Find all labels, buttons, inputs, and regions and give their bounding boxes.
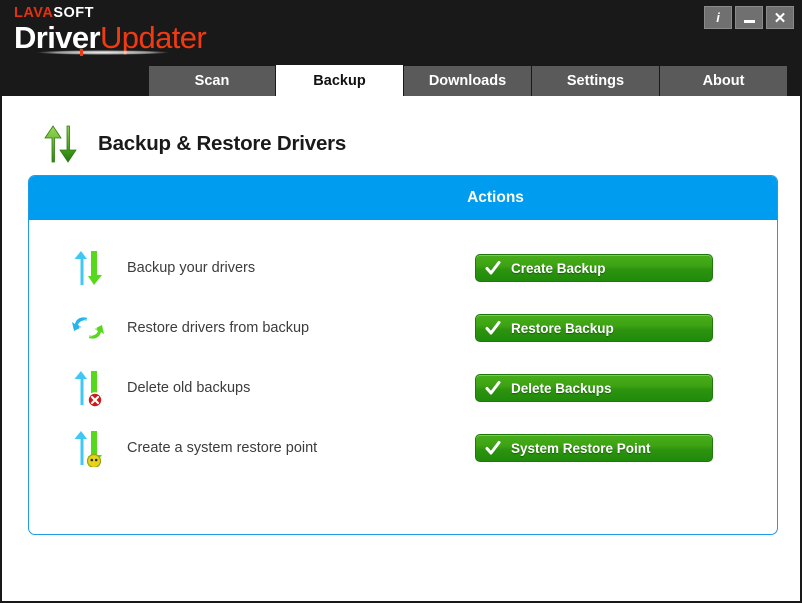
checkmark-icon — [485, 321, 501, 335]
tab-backup-label: Backup — [313, 73, 366, 89]
info-button[interactable]: i — [704, 6, 732, 29]
action-row-label: Backup your drivers — [127, 260, 256, 276]
action-row-label: Restore drivers from backup — [127, 320, 310, 336]
tab-about[interactable]: About — [660, 66, 788, 96]
info-icon: i — [716, 10, 720, 25]
close-button[interactable]: ✕ — [766, 6, 794, 29]
delete-backups-button[interactable]: Delete Backups — [475, 374, 713, 402]
delete-backups-button-label: Delete Backups — [511, 380, 612, 396]
checkmark-icon — [485, 381, 501, 395]
actions-panel-header: Actions — [29, 176, 777, 220]
actions-list: Backup your drivers Create Backup Restor… — [29, 220, 777, 478]
action-row: Restore drivers from backup Restore Back… — [29, 298, 777, 358]
minimize-button[interactable] — [735, 6, 763, 29]
up-down-arrows-icon — [44, 125, 77, 163]
tab-scan-label: Scan — [194, 73, 230, 89]
content-area: Backup & Restore Drivers Actions Backup … — [2, 96, 800, 601]
action-row-label: Delete old backups — [127, 380, 251, 396]
close-icon: ✕ — [773, 9, 787, 27]
brand-lavasoft: LAVASOFT — [14, 6, 206, 21]
page-title: Backup & Restore Drivers — [98, 132, 347, 155]
logo-swoosh-decoration — [18, 49, 188, 56]
tab-downloads-label: Downloads — [428, 73, 507, 89]
checkmark-icon — [485, 261, 501, 275]
create-backup-button[interactable]: Create Backup — [475, 254, 713, 282]
tab-backup[interactable]: Backup — [276, 65, 404, 97]
app-logo: LAVASOFT DriverUpdater — [14, 6, 207, 53]
tab-settings[interactable]: Settings — [532, 66, 660, 96]
create-backup-button-label: Create Backup — [511, 260, 606, 276]
restore-backup-button[interactable]: Restore Backup — [475, 314, 713, 342]
action-row: Create a system restore point System Res… — [29, 418, 777, 478]
window-controls: i ✕ — [704, 6, 794, 29]
system-restore-point-button[interactable]: System Restore Point — [475, 434, 713, 462]
action-row: Backup your drivers Create Backup — [29, 238, 777, 298]
tab-downloads[interactable]: Downloads — [404, 66, 532, 96]
action-row: Delete old backups Delete Backups — [29, 358, 777, 418]
application-window: LAVASOFT DriverUpdater i ✕ Scan Backup D… — [0, 0, 802, 603]
action-row-label: Create a system restore point — [127, 440, 318, 456]
restore-circular-arrows-icon — [72, 317, 104, 339]
backup-arrows-icon — [74, 251, 102, 285]
title-bar: LAVASOFT DriverUpdater i ✕ — [2, 2, 800, 66]
tab-scan[interactable]: Scan — [148, 66, 276, 96]
tab-settings-label: Settings — [566, 73, 625, 89]
restore-point-arrows-icon — [74, 431, 102, 467]
tab-about-label: About — [702, 73, 745, 89]
restore-backup-button-label: Restore Backup — [511, 320, 614, 336]
actions-header-label: Actions — [467, 189, 524, 206]
system-restore-point-button-label: System Restore Point — [511, 440, 651, 456]
checkmark-icon — [485, 441, 501, 455]
minimize-icon — [743, 19, 755, 23]
tab-bar: Scan Backup Downloads Settings About — [2, 65, 800, 97]
delete-backup-arrows-icon — [74, 371, 103, 407]
product-name: DriverUpdater — [14, 22, 207, 53]
actions-panel: Actions Backup your drivers Create Backu… — [28, 175, 778, 535]
page-header: Backup & Restore Drivers — [2, 96, 800, 168]
